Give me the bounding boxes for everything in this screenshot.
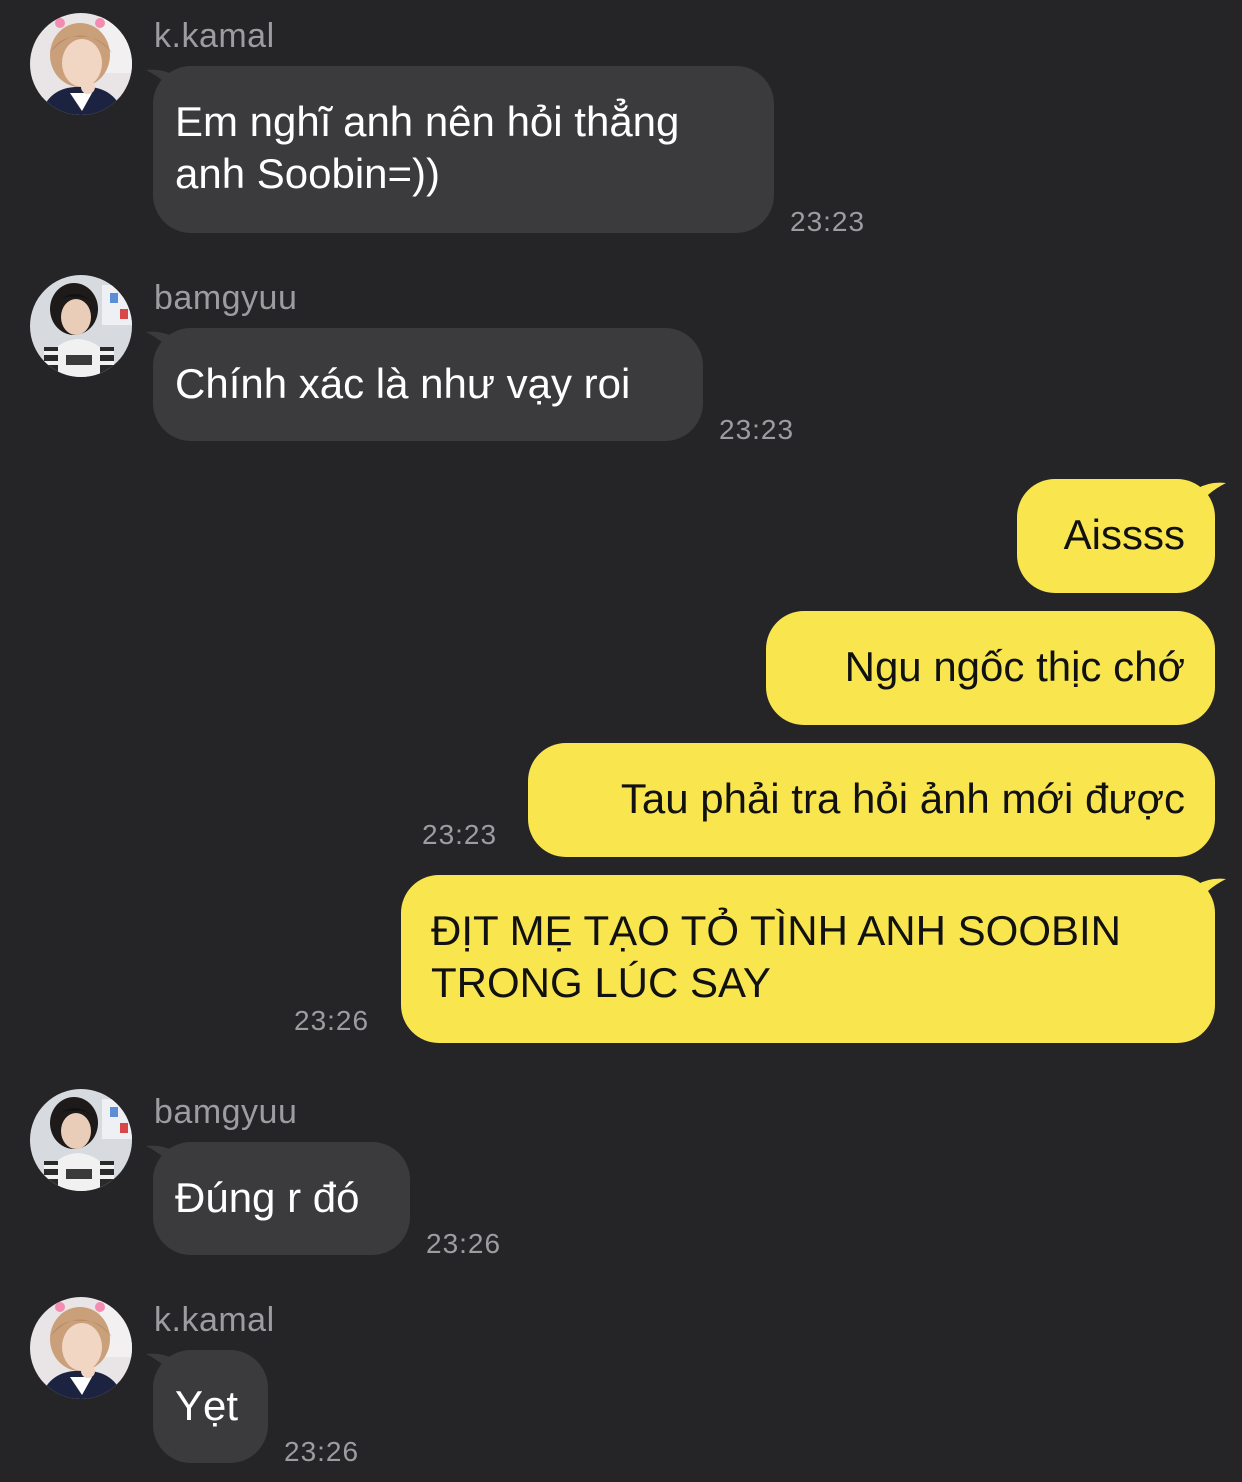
sender-name: k.kamal: [154, 17, 275, 55]
message-text-line: anh Soobin=)): [175, 150, 441, 197]
sender-name: k.kamal: [154, 1301, 275, 1339]
message-bubble[interactable]: Đúng r đó: [153, 1142, 410, 1255]
avatar-bamgyuu[interactable]: [30, 275, 132, 377]
message-text-line: Đúng r đó: [175, 1174, 360, 1221]
message-bubble[interactable]: Aissss: [1017, 479, 1215, 593]
profile-photo-kkamal-icon: [30, 1297, 132, 1399]
message-timestamp: 23:23: [719, 414, 795, 445]
avatar-kkamal[interactable]: [30, 13, 132, 115]
avatar-kkamal[interactable]: [30, 1297, 132, 1399]
profile-photo-bamgyuu-icon: [30, 1089, 132, 1191]
message-text-line: Chính xác là như vạy roi: [175, 360, 631, 407]
message-bubble[interactable]: Em nghĩ anh nên hỏi thẳng anh Soobin=)): [153, 66, 774, 233]
message-text-line: Aissss: [1063, 511, 1185, 558]
message-text-line: Yẹt: [175, 1382, 239, 1429]
message-text-line: TRONG LÚC SAY: [431, 959, 771, 1006]
profile-photo-bamgyuu-icon: [30, 275, 132, 377]
message-bubble[interactable]: Ngu ngốc thịc chớ: [766, 611, 1215, 725]
message-timestamp: 23:26: [294, 1005, 370, 1036]
message-timestamp: 23:23: [790, 206, 866, 237]
avatar-bamgyuu[interactable]: [30, 1089, 132, 1191]
message-text-line: Tau phải tra hỏi ảnh mới được: [620, 775, 1185, 822]
message-bubble[interactable]: Tau phải tra hỏi ảnh mới được: [528, 743, 1215, 857]
profile-photo-kkamal-icon: [30, 13, 132, 115]
message-bubble[interactable]: ĐỊT MẸ TẠO TỎ TÌNH ANH SOOBIN TRONG LÚC …: [401, 875, 1215, 1043]
message-timestamp: 23:26: [284, 1436, 360, 1467]
message-text-line: ĐỊT MẸ TẠO TỎ TÌNH ANH SOOBIN: [431, 907, 1122, 954]
message-timestamp: 23:26: [426, 1228, 502, 1259]
sender-name: bamgyuu: [154, 1093, 298, 1131]
message-timestamp: 23:23: [422, 819, 498, 850]
message-text-line: Ngu ngốc thịc chớ: [844, 643, 1185, 690]
message-bubble[interactable]: Yẹt: [153, 1350, 268, 1463]
message-text-line: Em nghĩ anh nên hỏi thẳng: [175, 98, 680, 145]
sender-name: bamgyuu: [154, 279, 298, 317]
message-bubble[interactable]: Chính xác là như vạy roi: [153, 328, 703, 441]
